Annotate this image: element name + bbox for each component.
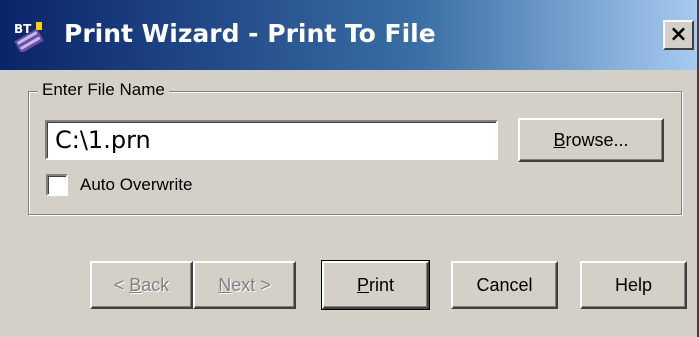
cancel-button[interactable]: Cancel bbox=[451, 261, 558, 309]
print-wizard-window: BT Print Wizard - Print To File × Enter … bbox=[0, 0, 699, 337]
browse-button[interactable]: Browse... bbox=[518, 118, 664, 162]
back-button[interactable]: < Back bbox=[90, 261, 193, 309]
app-icon: BT bbox=[14, 22, 44, 52]
help-button[interactable]: Help bbox=[580, 261, 687, 309]
auto-overwrite-checkbox[interactable] bbox=[46, 174, 68, 196]
window-title: Print Wizard - Print To File bbox=[64, 19, 436, 48]
title-bar[interactable]: BT Print Wizard - Print To File × bbox=[0, 0, 697, 70]
close-icon: × bbox=[669, 22, 688, 47]
auto-overwrite-label[interactable]: Auto Overwrite bbox=[80, 175, 192, 195]
file-name-group-label: Enter File Name bbox=[38, 80, 169, 100]
next-button[interactable]: Next > bbox=[193, 261, 296, 309]
close-button[interactable]: × bbox=[663, 20, 694, 50]
file-name-input[interactable] bbox=[45, 120, 498, 160]
print-button[interactable]: Print bbox=[321, 260, 430, 310]
svg-text:BT: BT bbox=[14, 22, 32, 36]
